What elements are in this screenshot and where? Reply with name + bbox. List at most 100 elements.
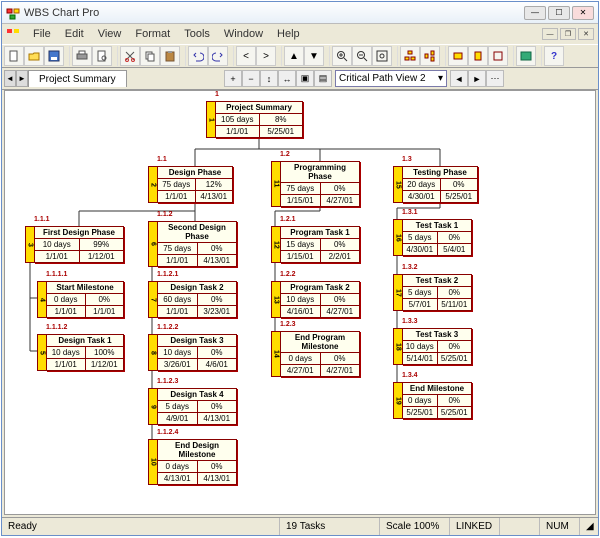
print-preview-button[interactable] — [92, 46, 112, 66]
wbs-number: 1.2.2 — [280, 271, 296, 278]
act4-button[interactable]: ▤ — [314, 70, 332, 87]
node-title: First Design Phase — [35, 227, 123, 239]
wbs-node-1[interactable]: 11Project Summary105 days8%1/1/015/25/01 — [215, 101, 303, 138]
wbs-node-1.1.1.2[interactable]: 1.1.1.25Design Task 110 days100%1/1/011/… — [46, 334, 124, 371]
wbs-node-1.3.2[interactable]: 1.3.217Test Task 25 days0%5/7/015/11/01 — [402, 274, 472, 311]
wbs-node-1.1.2[interactable]: 1.1.26Second Design Phase75 days0%1/1/01… — [157, 221, 237, 267]
expand-button[interactable]: + — [224, 70, 242, 87]
canvas[interactable]: 11Project Summary105 days8%1/1/015/25/01… — [4, 90, 596, 515]
wbs-node-1.1[interactable]: 1.12Design Phase75 days12%1/1/014/13/01 — [157, 166, 233, 203]
zoom-fit-button[interactable] — [372, 46, 392, 66]
print-button[interactable] — [72, 46, 92, 66]
wbs-node-1.3.1[interactable]: 1.3.116Test Task 15 days0%4/30/015/4/01 — [402, 219, 472, 256]
node-start: 4/9/01 — [158, 413, 198, 424]
menu-format[interactable]: Format — [128, 26, 177, 42]
node-finish: 4/13/01 — [198, 413, 237, 424]
tab-next[interactable]: ► — [16, 70, 28, 87]
zoom-in-button[interactable] — [332, 46, 352, 66]
node-title: Testing Phase — [403, 167, 477, 179]
wbs-node-1.2.2[interactable]: 1.2.213Program Task 210 days0%4/16/014/2… — [280, 281, 360, 318]
vert-layout-button[interactable]: ▲ — [284, 46, 304, 66]
help-button[interactable]: ? — [544, 46, 564, 66]
paste-button[interactable] — [160, 46, 180, 66]
cut-button[interactable] — [120, 46, 140, 66]
wbs-node-1.3.3[interactable]: 1.3.318Test Task 310 days0%5/14/015/25/0… — [402, 328, 472, 365]
wbs-node-1.3[interactable]: 1.315Testing Phase20 days0%4/30/015/25/0… — [402, 166, 478, 203]
node-finish: 2/2/01 — [321, 251, 360, 262]
wbs-number: 1.1.2.2 — [157, 324, 178, 331]
node-finish: 1/12/01 — [80, 251, 124, 262]
save-button[interactable] — [44, 46, 64, 66]
close-button[interactable]: ✕ — [572, 6, 594, 20]
toggle-1-button[interactable] — [448, 46, 468, 66]
menu-view[interactable]: View — [91, 26, 129, 42]
node-start: 1/1/01 — [47, 306, 86, 317]
mdi-close[interactable]: ✕ — [578, 28, 594, 40]
status-scale: Scale 100% — [380, 518, 450, 535]
node-pct: 0% — [321, 294, 360, 305]
node-start: 1/1/01 — [158, 255, 198, 266]
node-start: 1/15/01 — [281, 195, 321, 206]
titlebar: WBS Chart Pro — ☐ ✕ — [2, 2, 598, 24]
wbs-number: 1.1.1 — [34, 216, 50, 223]
scroll-left-button[interactable]: ◄ — [450, 70, 468, 87]
horz-layout-button[interactable]: ▼ — [304, 46, 324, 66]
prev-button[interactable]: < — [236, 46, 256, 66]
wbs-node-1.1.2.2[interactable]: 1.1.2.28Design Task 310 days0%3/26/014/6… — [157, 334, 237, 371]
tab-prev[interactable]: ◄ — [4, 70, 16, 87]
node-start: 1/1/01 — [216, 126, 260, 137]
collapse-button[interactable]: − — [242, 70, 260, 87]
wbs-node-1.2.1[interactable]: 1.2.112Program Task 115 days0%1/15/012/2… — [280, 226, 360, 263]
node-duration: 15 days — [281, 239, 321, 250]
mdi-minimize[interactable]: — — [542, 28, 558, 40]
node-finish: 1/12/01 — [86, 359, 124, 370]
view-combo[interactable]: Critical Path View 2 ▾ — [335, 70, 447, 87]
node-id: 12 — [271, 226, 280, 263]
mdi-restore[interactable]: ❐ — [560, 28, 576, 40]
zoom-out-button[interactable] — [352, 46, 372, 66]
maximize-button[interactable]: ☐ — [548, 6, 570, 20]
new-button[interactable] — [4, 46, 24, 66]
node-pct: 12% — [196, 179, 233, 190]
resize-grip[interactable]: ◢ — [580, 518, 598, 535]
scroll-right-button[interactable]: ► — [468, 70, 486, 87]
chart-top-button[interactable] — [400, 46, 420, 66]
menu-help[interactable]: Help — [270, 26, 307, 42]
wbs-node-1.2.3[interactable]: 1.2.314End Program Milestone0 days0%4/27… — [280, 331, 360, 377]
menu-tools[interactable]: Tools — [177, 26, 217, 42]
more-button[interactable]: ⋯ — [486, 70, 504, 87]
node-id: 9 — [148, 388, 157, 425]
open-button[interactable] — [24, 46, 44, 66]
node-id: 14 — [271, 331, 280, 377]
wbs-node-1.1.1.1[interactable]: 1.1.1.14Start Milestone0 days0%1/1/011/1… — [46, 281, 124, 318]
chart-left-button[interactable] — [420, 46, 440, 66]
wbs-node-1.1.2.3[interactable]: 1.1.2.39Design Task 45 days0%4/9/014/13/… — [157, 388, 237, 425]
copy-button[interactable] — [140, 46, 160, 66]
act3-button[interactable]: ▣ — [296, 70, 314, 87]
redo-button[interactable] — [208, 46, 228, 66]
toggle-2-button[interactable] — [468, 46, 488, 66]
menu-window[interactable]: Window — [217, 26, 270, 42]
node-id: 18 — [393, 328, 402, 365]
app-icon — [6, 6, 20, 20]
wbs-node-1.1.1[interactable]: 1.1.13First Design Phase10 days99%1/1/01… — [34, 226, 124, 263]
wbs-node-1.3.4[interactable]: 1.3.419End Milestone0 days0%5/25/015/25/… — [402, 382, 472, 419]
tab-project-summary[interactable]: Project Summary — [28, 70, 127, 87]
node-duration: 10 days — [47, 347, 86, 358]
toggle-3-button[interactable] — [488, 46, 508, 66]
wbs-node-1.1.2.1[interactable]: 1.1.2.17Design Task 260 days0%1/1/013/23… — [157, 281, 237, 318]
node-duration: 20 days — [403, 179, 441, 190]
minimize-button[interactable]: — — [524, 6, 546, 20]
wbs-node-1.2[interactable]: 1.211Programming Phase75 days0%1/15/014/… — [280, 161, 360, 207]
node-finish: 4/13/01 — [196, 191, 233, 202]
act2-button[interactable]: ↔ — [278, 70, 296, 87]
undo-button[interactable] — [188, 46, 208, 66]
act1-button[interactable]: ↕ — [260, 70, 278, 87]
ms-project-button[interactable] — [516, 46, 536, 66]
node-duration: 0 days — [403, 395, 438, 406]
wbs-node-1.1.2.4[interactable]: 1.1.2.410End Design Milestone0 days0%4/1… — [157, 439, 237, 485]
menu-edit[interactable]: Edit — [58, 26, 91, 42]
node-start: 5/14/01 — [403, 353, 438, 364]
menu-file[interactable]: File — [26, 26, 58, 42]
next-button[interactable]: > — [256, 46, 276, 66]
